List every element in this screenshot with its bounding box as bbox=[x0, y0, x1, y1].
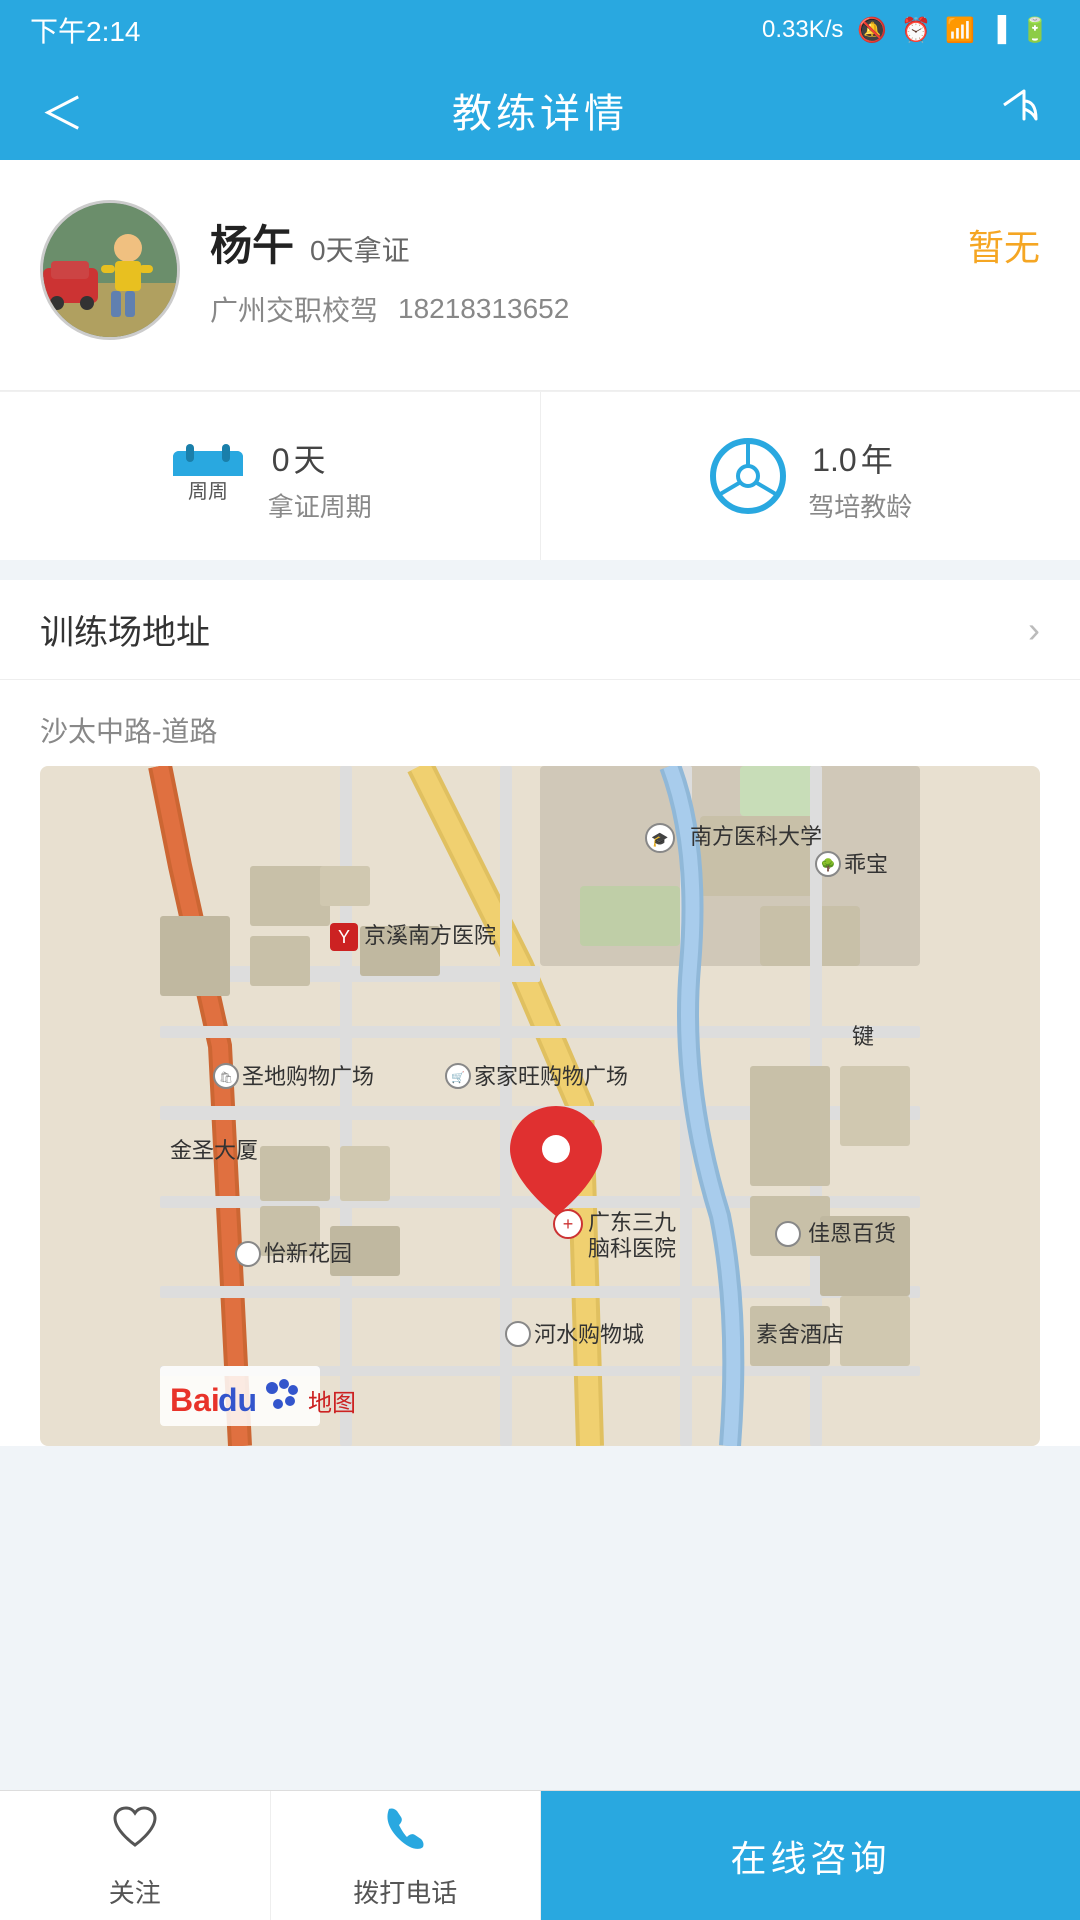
stat-cert-period: 周周 0天 拿证周期 bbox=[0, 392, 541, 560]
svg-text:脑科医院: 脑科医院 bbox=[588, 1236, 676, 1261]
avatar bbox=[40, 200, 180, 340]
page-title: 教练详情 bbox=[452, 81, 628, 139]
profile-name: 杨午 bbox=[210, 212, 294, 273]
signal-icon: ▐ bbox=[989, 16, 1006, 44]
profile-school-row: 广州交职校驾 18218313652 bbox=[210, 289, 1040, 329]
stats-row: 周周 0天 拿证周期 1.0年 驾培教龄 bbox=[0, 391, 1080, 560]
header: ＜ 教练详情 bbox=[0, 60, 1080, 160]
svg-text:广东三九: 广东三九 bbox=[588, 1210, 676, 1235]
consult-button[interactable]: 在线咨询 bbox=[541, 1791, 1080, 1920]
follow-label: 关注 bbox=[109, 1873, 161, 1910]
calendar-icon: 周周 bbox=[168, 436, 248, 516]
status-icons: 0.33K/s 🔕 ⏰ 📶 ▐ 🔋 bbox=[762, 16, 1050, 45]
stat-driving-age: 1.0年 驾培教龄 bbox=[541, 392, 1080, 560]
svg-text:怡新花园: 怡新花园 bbox=[264, 1241, 352, 1266]
map-container[interactable]: Bai du 地图 🎓 南方医科大学 Y 京溪南方医院 🌳 乖宝 🛍 bbox=[40, 766, 1040, 1446]
bottom-spacer bbox=[0, 1446, 1080, 1606]
profile-status: 暂无 bbox=[968, 219, 1040, 271]
svg-text:素舍酒店: 素舍酒店 bbox=[756, 1322, 844, 1347]
back-button[interactable]: ＜ bbox=[40, 78, 84, 142]
profile-phone: 18218313652 bbox=[398, 293, 569, 325]
svg-text:家家旺购物广场: 家家旺购物广场 bbox=[474, 1064, 628, 1089]
svg-text:圣地购物广场: 圣地购物广场 bbox=[242, 1064, 374, 1089]
bottom-nav: 关注 拨打电话 在线咨询 bbox=[0, 1790, 1080, 1920]
stat-driving-age-text: 1.0年 驾培教龄 bbox=[808, 428, 912, 524]
svg-text:Y: Y bbox=[338, 927, 350, 947]
svg-text:🎓: 🎓 bbox=[651, 831, 668, 848]
svg-text:南方医科大学: 南方医科大学 bbox=[690, 824, 822, 849]
profile-info: 杨午 0天拿证 暂无 广州交职校驾 18218313652 bbox=[210, 212, 1040, 329]
svg-text:地图: 地图 bbox=[308, 1390, 356, 1417]
map-section: 沙太中路-道路 bbox=[0, 680, 1080, 1446]
stat-cert-period-text: 0天 拿证周期 bbox=[268, 428, 372, 524]
chevron-right-icon: › bbox=[1028, 609, 1040, 651]
call-button[interactable]: 拨打电话 bbox=[271, 1791, 542, 1920]
svg-text:🌳: 🌳 bbox=[821, 857, 836, 872]
svg-text:🛒: 🛒 bbox=[451, 1071, 465, 1084]
stat-driving-value: 1.0年 bbox=[808, 428, 893, 483]
svg-text:佳恩百货: 佳恩百货 bbox=[808, 1221, 896, 1246]
map-address-label: 沙太中路-道路 bbox=[40, 710, 1040, 750]
phone-icon bbox=[379, 1801, 431, 1865]
status-time: 下午2:14 bbox=[30, 10, 141, 50]
profile-card: 杨午 0天拿证 暂无 广州交职校驾 18218313652 bbox=[0, 160, 1080, 391]
svg-text:du: du bbox=[218, 1382, 257, 1418]
consult-label: 在线咨询 bbox=[730, 1830, 890, 1882]
profile-school: 广州交职校驾 bbox=[210, 289, 378, 329]
wifi-icon: 📶 bbox=[945, 16, 975, 45]
profile-name-row: 杨午 0天拿证 暂无 bbox=[210, 212, 1040, 273]
profile-cert-days: 0天拿证 bbox=[310, 229, 410, 269]
stat-driving-label: 驾培教龄 bbox=[808, 487, 912, 524]
steering-wheel-icon bbox=[708, 436, 788, 516]
share-button[interactable] bbox=[996, 83, 1040, 138]
svg-text:乖宝: 乖宝 bbox=[844, 852, 888, 877]
profile-top: 杨午 0天拿证 暂无 广州交职校驾 18218313652 bbox=[40, 200, 1040, 340]
status-bar: 下午2:14 0.33K/s 🔕 ⏰ 📶 ▐ 🔋 bbox=[0, 0, 1080, 60]
svg-text:+: + bbox=[563, 1214, 574, 1234]
svg-text:京溪南方医院: 京溪南方医院 bbox=[364, 923, 496, 948]
section-divider-1 bbox=[0, 560, 1080, 580]
training-address-label: 训练场地址 bbox=[40, 605, 210, 654]
follow-button[interactable]: 关注 bbox=[0, 1791, 271, 1920]
heart-icon bbox=[109, 1801, 161, 1865]
svg-text:金圣大厦: 金圣大厦 bbox=[170, 1138, 258, 1163]
alarm-icon: ⏰ bbox=[901, 16, 931, 45]
network-speed: 0.33K/s bbox=[762, 16, 843, 44]
training-address-row[interactable]: 训练场地址 › bbox=[0, 580, 1080, 680]
svg-text:Bai: Bai bbox=[170, 1382, 220, 1418]
svg-text:河水购物城: 河水购物城 bbox=[534, 1322, 644, 1347]
call-label: 拨打电话 bbox=[353, 1873, 457, 1910]
battery-icon: 🔋 bbox=[1020, 16, 1050, 45]
svg-text:🛍: 🛍 bbox=[219, 1071, 233, 1084]
map-svg: Bai du 地图 🎓 南方医科大学 Y 京溪南方医院 🌳 乖宝 🛍 bbox=[40, 766, 1040, 1446]
svg-text:周周: 周周 bbox=[188, 481, 228, 503]
mute-icon: 🔕 bbox=[857, 16, 887, 45]
stat-cert-value: 0天 bbox=[268, 428, 326, 483]
svg-text:键: 键 bbox=[852, 1024, 874, 1049]
stat-cert-label: 拿证周期 bbox=[268, 487, 372, 524]
